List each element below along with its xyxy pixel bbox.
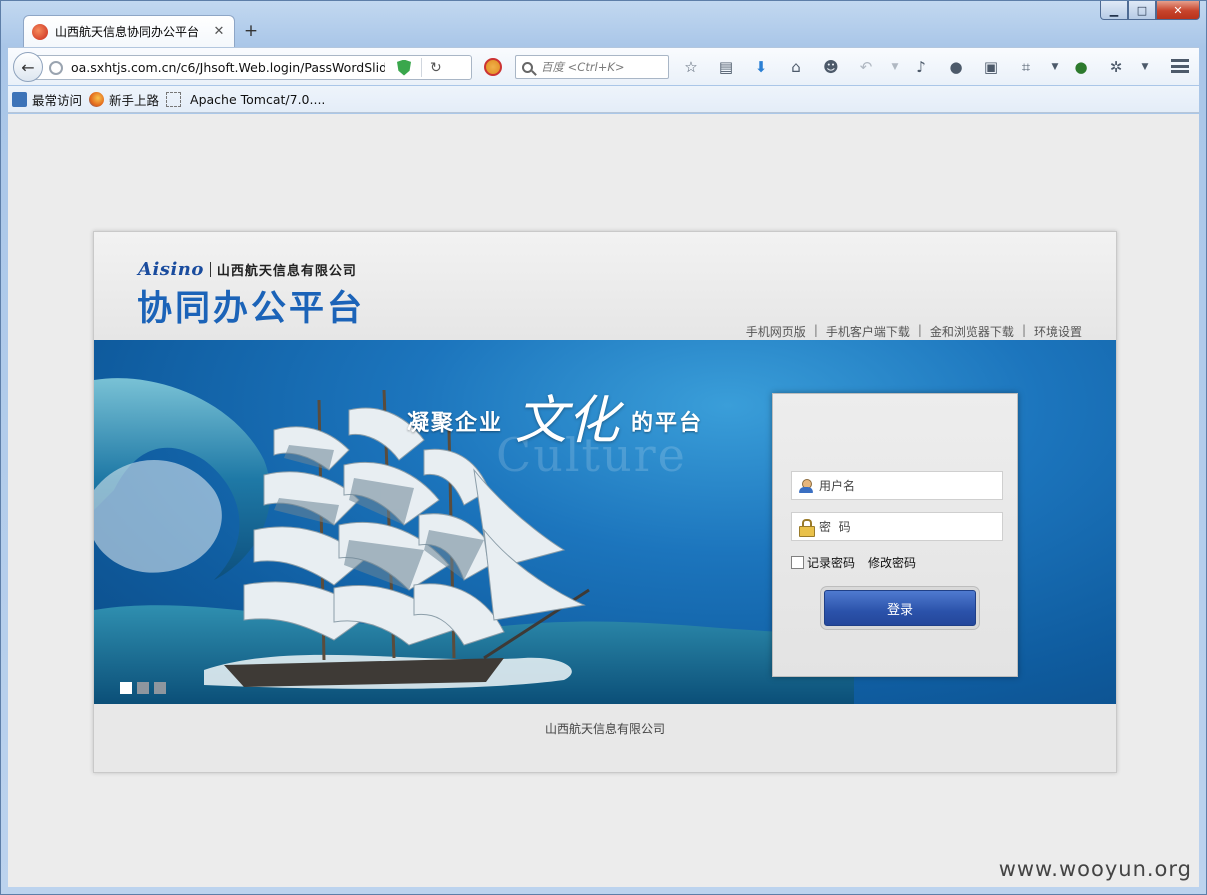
link-separator: | bbox=[813, 323, 818, 337]
reload-icon[interactable]: ↻ bbox=[430, 60, 442, 76]
chat-icon[interactable]: ● bbox=[945, 57, 967, 77]
window-close-button[interactable]: ✕ bbox=[1156, 1, 1200, 20]
dropdown-icon[interactable]: ▼ bbox=[1050, 57, 1060, 77]
page-title: 协同办公平台 bbox=[137, 289, 366, 329]
link-separator: | bbox=[1021, 323, 1026, 337]
volume-icon[interactable]: ♪ bbox=[910, 57, 932, 77]
link-separator: | bbox=[917, 323, 922, 337]
brand-logo: Aisino 山西航天信息有限公司 bbox=[138, 259, 357, 280]
bookmarks-bar: 最常访问 新手上路 Apache Tomcat/7.0.... bbox=[8, 86, 1199, 113]
login-form: 记录密码 修改密码 登录 bbox=[772, 393, 1018, 677]
home-icon[interactable]: ⌂ bbox=[785, 57, 807, 77]
password-field[interactable] bbox=[791, 512, 1003, 541]
bookmark-label: Apache Tomcat/7.0.... bbox=[190, 91, 326, 107]
change-password-link[interactable]: 修改密码 bbox=[868, 554, 916, 571]
wooyun-watermark: www.wooyun.org bbox=[998, 857, 1192, 881]
brand-separator bbox=[209, 262, 211, 277]
toolbar-icons: ☆ ▤ ⬇ ⌂ ☻ ↶ ▼ ♪ ● ▣ ⌗ ▼ ● ✲ ▼ bbox=[680, 57, 1160, 77]
page-header: Aisino 山西航天信息有限公司 协同办公平台 手机网页版 | 手机客户端下载… bbox=[94, 232, 1116, 340]
search-icon bbox=[522, 61, 533, 73]
addon-icon[interactable]: ● bbox=[1070, 57, 1092, 77]
bookmark-star-icon[interactable]: ☆ bbox=[680, 57, 702, 77]
most-visited-icon bbox=[12, 91, 27, 107]
password-input[interactable] bbox=[819, 519, 999, 534]
brand-company-name: 山西航天信息有限公司 bbox=[216, 264, 357, 279]
bookmark-label: 最常访问 bbox=[32, 92, 83, 108]
username-field[interactable] bbox=[791, 471, 1003, 500]
firefox-icon bbox=[89, 91, 105, 107]
top-links: 手机网页版 | 手机客户端下载 | 金和浏览器下载 | 环境设置 bbox=[746, 323, 1082, 340]
site-favicon-icon bbox=[32, 23, 48, 40]
search-box[interactable]: 百度 <Ctrl+K> bbox=[515, 55, 669, 79]
back-button[interactable]: ← bbox=[13, 52, 43, 82]
tab-title: 山西航天信息协同办公平台 bbox=[55, 25, 200, 39]
download-icon[interactable]: ⬇ bbox=[750, 57, 772, 77]
slogan-calligraphy: 文化 bbox=[515, 391, 620, 451]
bookmark-getting-started[interactable]: 新手上路 bbox=[89, 90, 159, 109]
remember-row: 记录密码 修改密码 bbox=[791, 554, 916, 571]
remember-password-label[interactable]: 记录密码 bbox=[807, 554, 855, 571]
new-tab-button[interactable]: + bbox=[241, 21, 261, 41]
username-input[interactable] bbox=[819, 478, 999, 493]
slogan-part-1: 凝聚企业 bbox=[407, 411, 504, 436]
bookmark-label: 新手上路 bbox=[109, 92, 160, 108]
search-placeholder[interactable]: 百度 <Ctrl+K> bbox=[541, 59, 625, 75]
page-content: Aisino 山西航天信息有限公司 协同办公平台 手机网页版 | 手机客户端下载… bbox=[8, 114, 1199, 887]
user-icon bbox=[798, 478, 814, 494]
aisino-logo: Aisino bbox=[138, 259, 204, 280]
environment-settings-link[interactable]: 环境设置 bbox=[1034, 323, 1082, 340]
mobile-web-link[interactable]: 手机网页版 bbox=[746, 323, 806, 340]
browser-tab[interactable]: 山西航天信息协同办公平台 ✕ bbox=[23, 15, 235, 47]
browser-window: ▁ □ ✕ 山西航天信息协同办公平台 ✕ + ← oa.sxhtjs.com.c… bbox=[0, 0, 1207, 895]
mobile-client-download-link[interactable]: 手机客户端下载 bbox=[826, 323, 910, 340]
dropdown-icon[interactable]: ▼ bbox=[1140, 57, 1150, 77]
bookmark-tomcat[interactable]: Apache Tomcat/7.0.... bbox=[166, 91, 326, 107]
url-text[interactable]: oa.sxhtjs.com.cn/c6/Jhsoft.Web.login/Pas… bbox=[71, 60, 385, 75]
browser-download-link[interactable]: 金和浏览器下载 bbox=[930, 323, 1014, 340]
url-bar[interactable]: oa.sxhtjs.com.cn/c6/Jhsoft.Web.login/Pas… bbox=[30, 55, 472, 80]
slider-dot-1[interactable] bbox=[120, 682, 132, 694]
footer-company: 山西航天信息有限公司 bbox=[544, 722, 665, 736]
slogan-part-2: 的平台 bbox=[631, 411, 704, 436]
reader-view-icon[interactable]: ▣ bbox=[980, 57, 1002, 77]
login-panel: Aisino 山西航天信息有限公司 协同办公平台 手机网页版 | 手机客户端下载… bbox=[93, 231, 1117, 773]
slider-dot-3[interactable] bbox=[154, 682, 166, 694]
bookmark-most-visited[interactable]: 最常访问 bbox=[12, 90, 82, 109]
dropdown-icon[interactable]: ▼ bbox=[890, 57, 900, 77]
adblock-icon[interactable] bbox=[484, 58, 502, 76]
emoji-icon[interactable]: ☻ bbox=[820, 57, 842, 77]
banner-slogan: 凝聚企业 文化 的平台 bbox=[407, 395, 703, 447]
reading-list-icon[interactable]: ▤ bbox=[715, 57, 737, 77]
hero-banner: Culture 凝聚企业 文化 的平台 用户名 记录密码 修改密码 登录 bbox=[94, 340, 1116, 704]
slider-dots bbox=[120, 682, 171, 694]
hamburger-menu-icon[interactable] bbox=[1171, 59, 1189, 73]
navigation-bar: ← oa.sxhtjs.com.cn/c6/Jhsoft.Web.login/P… bbox=[8, 47, 1199, 85]
window-controls: ▁ □ ✕ bbox=[1100, 1, 1200, 20]
screenshot-crop-icon[interactable]: ⌗ bbox=[1015, 57, 1037, 77]
tab-close-icon[interactable]: ✕ bbox=[212, 24, 226, 39]
extension-icon[interactable]: ✲ bbox=[1105, 57, 1127, 77]
url-separator bbox=[421, 58, 422, 77]
page-icon bbox=[166, 91, 182, 107]
undo-icon[interactable]: ↶ bbox=[855, 57, 877, 77]
lock-icon bbox=[798, 518, 815, 537]
slider-dot-2[interactable] bbox=[137, 682, 149, 694]
globe-icon bbox=[49, 60, 63, 75]
shield-icon[interactable] bbox=[397, 59, 411, 76]
maximize-button[interactable]: □ bbox=[1128, 1, 1156, 20]
login-button[interactable]: 登录 bbox=[824, 590, 976, 626]
remember-password-checkbox[interactable] bbox=[791, 556, 804, 569]
minimize-button[interactable]: ▁ bbox=[1100, 1, 1128, 20]
